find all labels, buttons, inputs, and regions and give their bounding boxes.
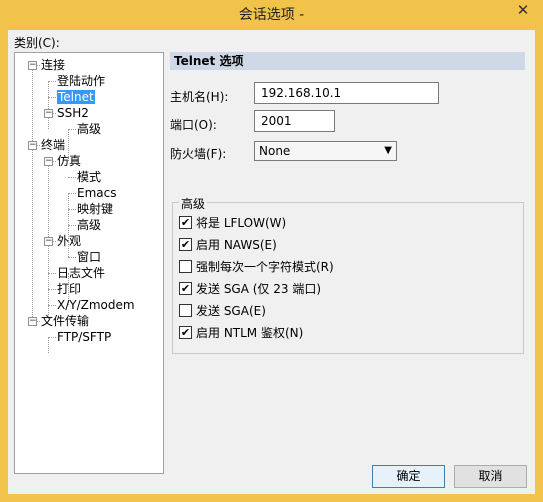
tree-connector [48,305,56,306]
category-label: 类别(C): [14,36,60,50]
title-bar[interactable]: 会话选项 - ✕ [0,0,543,26]
collapse-icon[interactable]: − [44,109,53,118]
close-button[interactable]: ✕ [509,0,537,20]
chevron-down-icon: ▼ [384,145,392,156]
tree-connector [68,209,76,210]
checkbox[interactable]: ✔ [179,216,192,229]
tree-connector [48,337,56,338]
tree-item-label: 文件传输 [41,314,90,328]
checkbox-label: 将是 LFLOW(W) [196,216,287,230]
tree-item[interactable]: 连接 [41,57,65,73]
tree-item-label: 连接 [41,58,66,72]
port-input[interactable]: 2001 [254,110,335,132]
collapse-icon[interactable]: − [44,237,53,246]
tree-connector [68,193,76,194]
tree-item[interactable]: FTP/SFTP [57,329,111,345]
tree-connector [48,273,56,274]
firewall-value: None [259,144,291,158]
session-options-window: 会话选项 - ✕ 类别(C): 连接 − 登陆动作 Telnet SSH2− 高级 终端 − 仿… [0,0,543,502]
tree-item-label: Telnet [57,90,95,104]
tree-item[interactable]: X/Y/Zmodem [57,297,135,313]
dialog-body: 类别(C): 连接 − 登陆动作 Telnet SSH2− 高级 终端 − 仿真 − 模式 Emacs… [8,30,535,494]
tree-connector [48,289,56,290]
tree-item-label: 终端 [41,138,66,152]
tree-item-label: X/Y/Zmodem [57,298,135,312]
tree-item[interactable]: 高级 [77,121,101,137]
collapse-icon[interactable]: − [44,157,53,166]
tree-connector [48,81,49,129]
checkbox-label: 强制每次一个字符模式(R) [196,260,334,274]
tree-item[interactable]: Telnet [57,89,95,105]
checkbox[interactable]: ✔ [179,326,192,339]
section-title: Telnet 选项 [170,52,525,70]
tree-connector [68,225,76,226]
tree-item-label: 日志文件 [57,266,106,280]
ok-button[interactable]: 确定 [372,465,445,488]
tree-item-label: 登陆动作 [57,74,106,88]
tree-connector [68,257,76,258]
collapse-icon[interactable]: − [28,61,37,70]
collapse-icon[interactable]: − [28,141,37,150]
telnet-options-panel: Telnet 选项 主机名(H): 192.168.10.1 端口(O): 20… [170,52,530,452]
checkbox-label: 发送 SGA (仅 23 端口) [196,282,322,296]
checkbox[interactable] [179,304,192,317]
checkbox[interactable] [179,260,192,273]
cancel-button[interactable]: 取消 [454,465,527,488]
checkbox-label: 启用 NTLM 鉴权(N) [196,326,304,340]
tree-connector [48,337,49,353]
tree-item-label: FTP/SFTP [57,330,112,344]
tree-item-label: 仿真 [57,154,82,168]
tree-item-label: 高级 [77,218,102,232]
category-tree[interactable]: 连接 − 登陆动作 Telnet SSH2− 高级 终端 − 仿真 − 模式 Emacs 映射键 高级 外观… [14,52,164,474]
hostname-label: 主机名(H): [170,90,229,104]
checkbox[interactable]: ✔ [179,238,192,251]
tree-item[interactable]: 外观 [57,233,81,249]
tree-item-label: SSH2 [57,106,89,120]
tree-connector [68,129,76,130]
tree-item[interactable]: 日志文件 [57,265,105,281]
tree-item-label: 窗口 [77,250,102,264]
collapse-icon[interactable]: − [28,317,37,326]
checkbox[interactable]: ✔ [179,282,192,295]
hostname-input[interactable]: 192.168.10.1 [254,82,439,104]
tree-item[interactable]: 打印 [57,281,81,297]
tree-connector [68,177,76,178]
firewall-select[interactable]: None ▼ [254,141,397,161]
tree-item[interactable]: 模式 [77,169,101,185]
tree-item[interactable]: 高级 [77,217,101,233]
checkbox-label: 启用 NAWS(E) [196,238,277,252]
tree-item-label: Emacs [77,186,117,200]
tree-item[interactable]: 窗口 [77,249,101,265]
tree-item-label: 映射键 [77,202,114,216]
tree-item-label: 外观 [57,234,82,248]
tree-item-label: 模式 [77,170,102,184]
window-title: 会话选项 - [238,7,305,23]
tree-connector [48,97,56,98]
tree-item[interactable]: 登陆动作 [57,73,105,89]
tree-item[interactable]: 映射键 [77,201,113,217]
tree-item[interactable]: SSH2 [57,105,89,121]
port-label: 端口(O): [170,118,217,132]
advanced-group-label: 高级 [179,195,208,212]
checkbox-label: 发送 SGA(E) [196,304,266,318]
tree-connector [32,65,33,321]
tree-item[interactable]: 终端 [41,137,65,153]
advanced-group: 高级 ✔ 将是 LFLOW(W) ✔ 启用 NAWS(E) 强制每次一个字符模式(R) ✔… [172,195,524,354]
close-icon: ✕ [516,1,530,19]
tree-item-label: 打印 [57,282,82,296]
firewall-label: 防火墙(F): [170,147,227,161]
tree-connector [48,81,56,82]
tree-item-label: 高级 [77,122,102,136]
tree-item[interactable]: Emacs [77,185,116,201]
tree-item[interactable]: 文件传输 [41,313,89,329]
tree-item[interactable]: 仿真 [57,153,81,169]
